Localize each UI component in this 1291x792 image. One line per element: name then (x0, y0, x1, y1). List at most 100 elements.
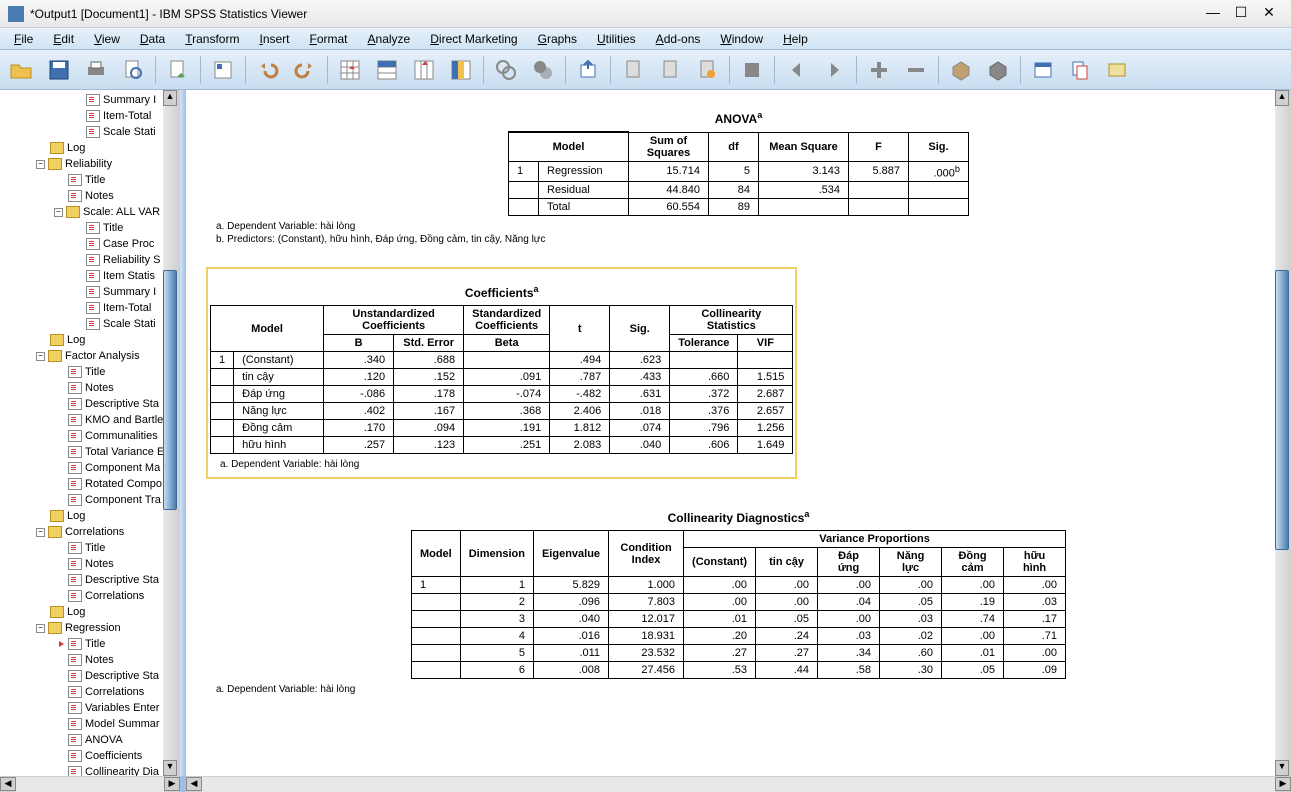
nav-item-variables-enter[interactable]: Variables Enter (0, 700, 179, 716)
nav-item-notes[interactable]: Notes (0, 652, 179, 668)
nav-item-summary-i[interactable]: Summary I (0, 92, 179, 108)
nav-scrollbar[interactable]: ▲ ▼ (163, 90, 179, 776)
nav-item-title[interactable]: Title (0, 636, 179, 652)
collinearity-block: Collinearity Diagnosticsa ModelDimension… (206, 509, 1271, 695)
nav-item-component-ma[interactable]: Component Ma (0, 460, 179, 476)
nav-item-log[interactable]: Log (0, 604, 179, 620)
nav-item-component-tra[interactable]: Component Tra (0, 492, 179, 508)
nav-item-scale-stati[interactable]: Scale Stati (0, 124, 179, 140)
nav-item-scale-stati[interactable]: Scale Stati (0, 316, 179, 332)
associate-icon[interactable] (1100, 53, 1134, 87)
nav-hscroll[interactable]: ◀▶ (0, 776, 180, 792)
variables-icon[interactable] (444, 53, 478, 87)
select-icon[interactable] (489, 53, 523, 87)
anova-table[interactable]: ModelSum of SquaresdfMean SquareFSig.1Re… (508, 131, 969, 216)
preview-icon[interactable] (116, 53, 150, 87)
menu-graphs[interactable]: Graphs (528, 30, 587, 48)
export-icon[interactable] (161, 53, 195, 87)
nav-item-descriptive-sta[interactable]: Descriptive Sta (0, 396, 179, 412)
recall-icon[interactable] (206, 53, 240, 87)
coefficients-table[interactable]: ModelUnstandardized CoefficientsStandard… (210, 305, 793, 454)
maximize-button[interactable]: ☐ (1227, 4, 1255, 24)
nav-item-case-proc[interactable]: Case Proc (0, 236, 179, 252)
nav-item-descriptive-sta[interactable]: Descriptive Sta (0, 572, 179, 588)
forward-icon[interactable] (817, 53, 851, 87)
nav-item-coefficients[interactable]: Coefficients (0, 748, 179, 764)
box1-icon[interactable] (944, 53, 978, 87)
menu-file[interactable]: File (4, 30, 43, 48)
nav-item-item-statis[interactable]: Item Statis (0, 268, 179, 284)
undo-icon[interactable] (251, 53, 285, 87)
goto-data-icon[interactable] (333, 53, 367, 87)
nav-item-notes[interactable]: Notes (0, 556, 179, 572)
nav-item-title[interactable]: Title (0, 540, 179, 556)
nav-item-reliability[interactable]: −Reliability (0, 156, 179, 172)
collapse-icon[interactable] (899, 53, 933, 87)
nav-item-title[interactable]: Title (0, 220, 179, 236)
back-icon[interactable] (780, 53, 814, 87)
nav-item-notes[interactable]: Notes (0, 188, 179, 204)
print-icon[interactable] (79, 53, 113, 87)
insert-icon[interactable] (571, 53, 605, 87)
nav-item-title[interactable]: Title (0, 172, 179, 188)
redo-icon[interactable] (288, 53, 322, 87)
nav-item-collinearity-dia[interactable]: Collinearity Dia (0, 764, 179, 776)
nav-item-scale-all-var[interactable]: −Scale: ALL VAR (0, 204, 179, 220)
nav-item-summary-i[interactable]: Summary I (0, 284, 179, 300)
nav-item-model-summar[interactable]: Model Summar (0, 716, 179, 732)
menu-format[interactable]: Format (300, 30, 358, 48)
menu-insert[interactable]: Insert (249, 30, 299, 48)
menu-direct-marketing[interactable]: Direct Marketing (420, 30, 527, 48)
nav-item-communalities[interactable]: Communalities (0, 428, 179, 444)
menu-window[interactable]: Window (710, 30, 773, 48)
nav-item-total-variance-e[interactable]: Total Variance E (0, 444, 179, 460)
expand-icon[interactable] (862, 53, 896, 87)
nav-item-log[interactable]: Log (0, 332, 179, 348)
nav-item-item-total[interactable]: Item-Total (0, 300, 179, 316)
nav-item-reliability-s[interactable]: Reliability S (0, 252, 179, 268)
open-icon[interactable] (5, 53, 39, 87)
nav-item-descriptive-sta[interactable]: Descriptive Sta (0, 668, 179, 684)
collinearity-table[interactable]: ModelDimensionEigenvalueCondition IndexV… (411, 530, 1066, 679)
menu-edit[interactable]: Edit (43, 30, 84, 48)
outline-pane[interactable]: Summary IItem-TotalScale StatiLog−Reliab… (0, 90, 180, 776)
goto-var-icon[interactable] (407, 53, 441, 87)
box2-icon[interactable] (981, 53, 1015, 87)
menu-view[interactable]: View (84, 30, 130, 48)
nav-item-item-total[interactable]: Item-Total (0, 108, 179, 124)
nav-item-log[interactable]: Log (0, 508, 179, 524)
nav-item-notes[interactable]: Notes (0, 380, 179, 396)
nav-item-title[interactable]: Title (0, 364, 179, 380)
nav-item-correlations[interactable]: −Correlations (0, 524, 179, 540)
nav-item-log[interactable]: Log (0, 140, 179, 156)
menu-add-ons[interactable]: Add-ons (646, 30, 711, 48)
stop-icon[interactable] (735, 53, 769, 87)
minimize-button[interactable]: — (1199, 4, 1227, 24)
save-icon[interactable] (42, 53, 76, 87)
script-icon[interactable] (1063, 53, 1097, 87)
doc2-icon[interactable] (653, 53, 687, 87)
nav-item-rotated-compo[interactable]: Rotated Compo (0, 476, 179, 492)
nav-item-anova[interactable]: ANOVA (0, 732, 179, 748)
menu-utilities[interactable]: Utilities (587, 30, 646, 48)
nav-item-regression[interactable]: −Regression (0, 620, 179, 636)
nav-item-factor-analysis[interactable]: −Factor Analysis (0, 348, 179, 364)
menubar: FileEditViewDataTransformInsertFormatAna… (0, 28, 1291, 50)
content-hscroll[interactable]: ◀▶ (186, 776, 1291, 792)
designate-icon[interactable] (1026, 53, 1060, 87)
anova-footnote-b: b. Predictors: (Constant), hữu hình, Đáp… (216, 234, 1271, 245)
content-scrollbar[interactable]: ▲ ▼ (1275, 90, 1291, 776)
output-pane[interactable]: ANOVAa ModelSum of SquaresdfMean SquareF… (186, 90, 1291, 776)
doc1-icon[interactable] (616, 53, 650, 87)
menu-data[interactable]: Data (130, 30, 175, 48)
nav-item-correlations[interactable]: Correlations (0, 684, 179, 700)
close-button[interactable]: ✕ (1255, 4, 1283, 24)
menu-analyze[interactable]: Analyze (358, 30, 421, 48)
goto-case-icon[interactable] (370, 53, 404, 87)
menu-help[interactable]: Help (773, 30, 818, 48)
menu-transform[interactable]: Transform (175, 30, 249, 48)
nav-item-kmo-and-bartle[interactable]: KMO and Bartle (0, 412, 179, 428)
select2-icon[interactable] (526, 53, 560, 87)
doc3-icon[interactable] (690, 53, 724, 87)
nav-item-correlations[interactable]: Correlations (0, 588, 179, 604)
